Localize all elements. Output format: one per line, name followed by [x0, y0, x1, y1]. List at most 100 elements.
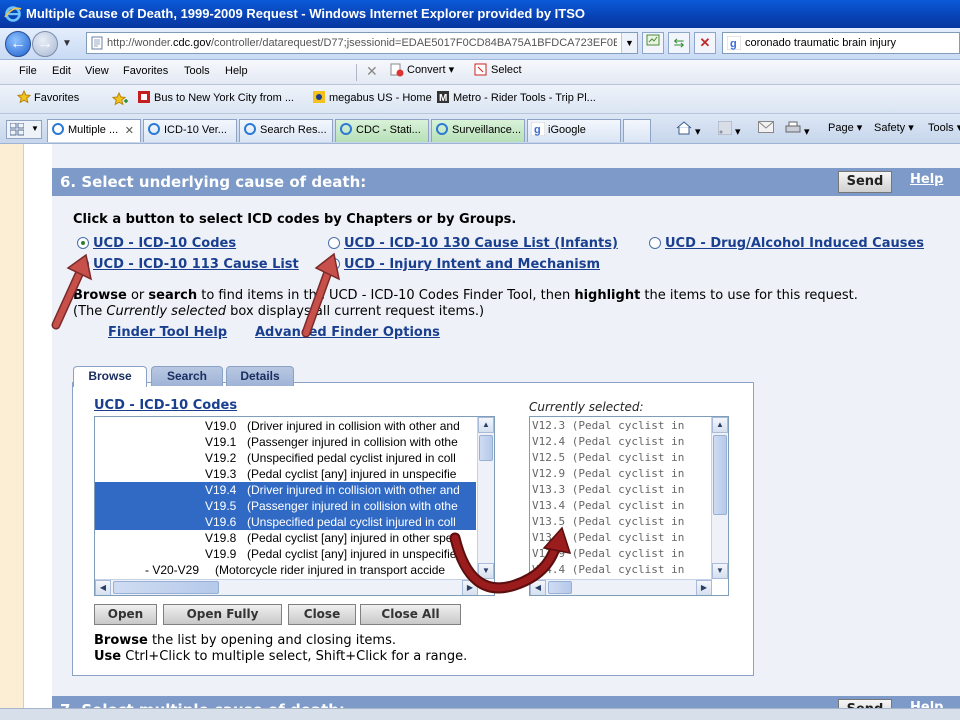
recent-pages-dropdown-icon[interactable]: ▼: [62, 38, 72, 49]
selected-item[interactable]: V12.4 (Pedal cyclist in: [532, 434, 712, 450]
help-link[interactable]: Help: [910, 172, 943, 187]
radio-130-cause-list[interactable]: [328, 237, 340, 249]
address-dropdown-icon[interactable]: ▼: [621, 33, 637, 53]
select-button[interactable]: Select: [474, 63, 522, 77]
tab-search[interactable]: Search: [151, 366, 223, 386]
currently-selected-list[interactable]: V12.3 (Pedal cyclist in V12.4 (Pedal cyc…: [529, 416, 729, 596]
favorite-megabus[interactable]: megabus US - Home: [312, 90, 432, 104]
selected-item[interactable]: V12.3 (Pedal cyclist in: [532, 418, 712, 434]
favorites-button[interactable]: Favorites: [17, 89, 79, 104]
radio-icd10-codes[interactable]: [77, 237, 89, 249]
menu-help[interactable]: Help: [225, 65, 248, 77]
selected-item[interactable]: V12.5 (Pedal cyclist in: [532, 450, 712, 466]
list-item[interactable]: V19.0 (Driver injured in collision with o…: [95, 418, 476, 434]
selected-horizontal-scrollbar[interactable]: ◀ ▶: [530, 579, 712, 595]
radio-drug-alcohol[interactable]: [649, 237, 661, 249]
scroll-up-icon[interactable]: ▲: [712, 417, 728, 433]
codes-vertical-scrollbar[interactable]: ▲ ▼: [477, 417, 494, 579]
compatibility-view-icon[interactable]: [642, 32, 664, 54]
refresh-icon[interactable]: ⇆: [668, 32, 690, 54]
menu-file[interactable]: File: [19, 65, 37, 77]
tools-menu[interactable]: Tools ▾: [928, 121, 960, 134]
safety-menu[interactable]: Safety ▾: [874, 121, 914, 134]
scroll-down-icon[interactable]: ▼: [712, 563, 728, 579]
selected-item[interactable]: V13.4 (Pedal cyclist in: [532, 498, 712, 514]
tab-multiple-cause[interactable]: Multiple ... ✕: [47, 119, 141, 142]
scroll-down-icon[interactable]: ▼: [478, 563, 494, 579]
tab-surveillance[interactable]: Surveillance...: [431, 119, 525, 142]
send-button[interactable]: Send: [838, 171, 892, 193]
link-130-cause-list[interactable]: UCD - ICD-10 130 Cause List (Infants): [344, 236, 618, 251]
link-113-cause-list[interactable]: UCD - ICD-10 113 Cause List: [93, 257, 299, 272]
scroll-right-icon[interactable]: ▶: [462, 580, 478, 595]
scroll-left-icon[interactable]: ◀: [95, 580, 111, 595]
close-button[interactable]: Close: [288, 604, 356, 625]
print-button[interactable]: ▾: [785, 121, 810, 138]
link-injury-intent[interactable]: UCD - Injury Intent and Mechanism: [344, 257, 600, 272]
link-drug-alcohol[interactable]: UCD - Drug/Alcohol Induced Causes: [665, 236, 924, 251]
stop-icon[interactable]: ✕: [694, 32, 716, 54]
tab-igoogle[interactable]: g iGoogle: [527, 119, 621, 142]
page-menu[interactable]: Page ▾: [828, 121, 862, 134]
search-box[interactable]: g: [722, 32, 960, 54]
close-toolbar-icon[interactable]: ✕: [366, 63, 378, 80]
back-button[interactable]: ←: [5, 31, 31, 57]
tab-list-dropdown-icon[interactable]: ▼: [31, 124, 39, 133]
selected-item[interactable]: V12.9 (Pedal cyclist in: [532, 466, 712, 482]
tab-browse[interactable]: Browse: [73, 366, 147, 387]
menu-tools[interactable]: Tools: [184, 65, 210, 77]
scroll-thumb[interactable]: [113, 581, 219, 594]
list-item[interactable]: V19.3 (Pedal cyclist [any] injured in uns…: [95, 466, 476, 482]
advanced-finder-options-link[interactable]: Advanced Finder Options: [255, 325, 440, 340]
radio-113-cause-list[interactable]: [77, 258, 89, 270]
codes-horizontal-scrollbar[interactable]: ◀ ▶: [95, 579, 478, 595]
list-item-selected[interactable]: V19.5 (Passenger injured in collision wit…: [95, 498, 476, 514]
codes-pane-title[interactable]: UCD - ICD-10 Codes: [94, 398, 237, 413]
home-button[interactable]: ▾: [676, 121, 701, 138]
scroll-thumb[interactable]: [548, 581, 572, 594]
mail-button[interactable]: [758, 121, 774, 136]
scroll-right-icon[interactable]: ▶: [696, 580, 712, 595]
menu-view[interactable]: View: [85, 65, 109, 77]
scroll-up-icon[interactable]: ▲: [478, 417, 494, 433]
open-fully-button[interactable]: Open Fully: [163, 604, 282, 625]
selected-item[interactable]: V13.5 (Pedal cyclist in: [532, 514, 712, 530]
feeds-button[interactable]: ▾: [717, 120, 741, 138]
link-icd10-codes[interactable]: UCD - ICD-10 Codes: [93, 236, 236, 251]
selected-item[interactable]: V14.4 (Pedal cyclist in: [532, 562, 712, 578]
scroll-thumb[interactable]: [479, 435, 493, 461]
selected-item[interactable]: V13.3 (Pedal cyclist in: [532, 482, 712, 498]
open-button[interactable]: Open: [94, 604, 157, 625]
favorite-metro[interactable]: M Metro - Rider Tools - Trip Pl...: [436, 90, 596, 104]
convert-button[interactable]: Convert ▾: [390, 63, 454, 77]
new-tab-button[interactable]: [623, 119, 651, 142]
tab-icd10-version[interactable]: ICD-10 Ver...: [143, 119, 237, 142]
selected-vertical-scrollbar[interactable]: ▲ ▼: [711, 417, 728, 579]
list-item[interactable]: V19.9 (Pedal cyclist [any] injured in uns…: [95, 546, 476, 562]
list-item-group[interactable]: - V20-V29 (Motorcycle rider injured in tr…: [95, 562, 476, 578]
list-item[interactable]: V19.8 (Pedal cyclist [any] injured in oth…: [95, 530, 476, 546]
tab-close-icon[interactable]: ✕: [125, 124, 134, 137]
list-item[interactable]: V19.1 (Passenger injured in collision wit…: [95, 434, 476, 450]
tab-details[interactable]: Details: [226, 366, 294, 386]
tab-search-results[interactable]: Search Res...: [239, 119, 333, 142]
favorite-bus-nyc[interactable]: Bus to New York City from ...: [137, 90, 294, 104]
scroll-left-icon[interactable]: ◀: [530, 580, 546, 595]
selected-item[interactable]: V13.9 (Pedal cyclist in: [532, 546, 712, 562]
selected-item[interactable]: V13.9 (Pedal cyclist in: [532, 530, 712, 546]
icd10-codes-list[interactable]: V19.0 (Driver injured in collision with o…: [94, 416, 495, 596]
close-all-button[interactable]: Close All: [360, 604, 461, 625]
menu-edit[interactable]: Edit: [52, 65, 71, 77]
finder-tool-help-link[interactable]: Finder Tool Help: [108, 325, 227, 340]
menu-favorites[interactable]: Favorites: [123, 65, 168, 77]
scroll-thumb[interactable]: [713, 435, 727, 515]
list-item-selected[interactable]: V19.6 (Unspecified pedal cyclist injured …: [95, 514, 476, 530]
add-favorite-icon[interactable]: [112, 92, 128, 106]
radio-injury-intent[interactable]: [328, 258, 340, 270]
list-item[interactable]: V19.2 (Unspecified pedal cyclist injured …: [95, 450, 476, 466]
address-field[interactable]: http://wonder.cdc.gov/controller/datareq…: [86, 32, 638, 54]
search-input[interactable]: [745, 35, 955, 51]
list-item-selected[interactable]: V19.4 (Driver injured in collision with o…: [95, 482, 476, 498]
quick-tabs-button[interactable]: ▼: [6, 120, 42, 139]
tab-cdc-statistics[interactable]: CDC - Stati...: [335, 119, 429, 142]
